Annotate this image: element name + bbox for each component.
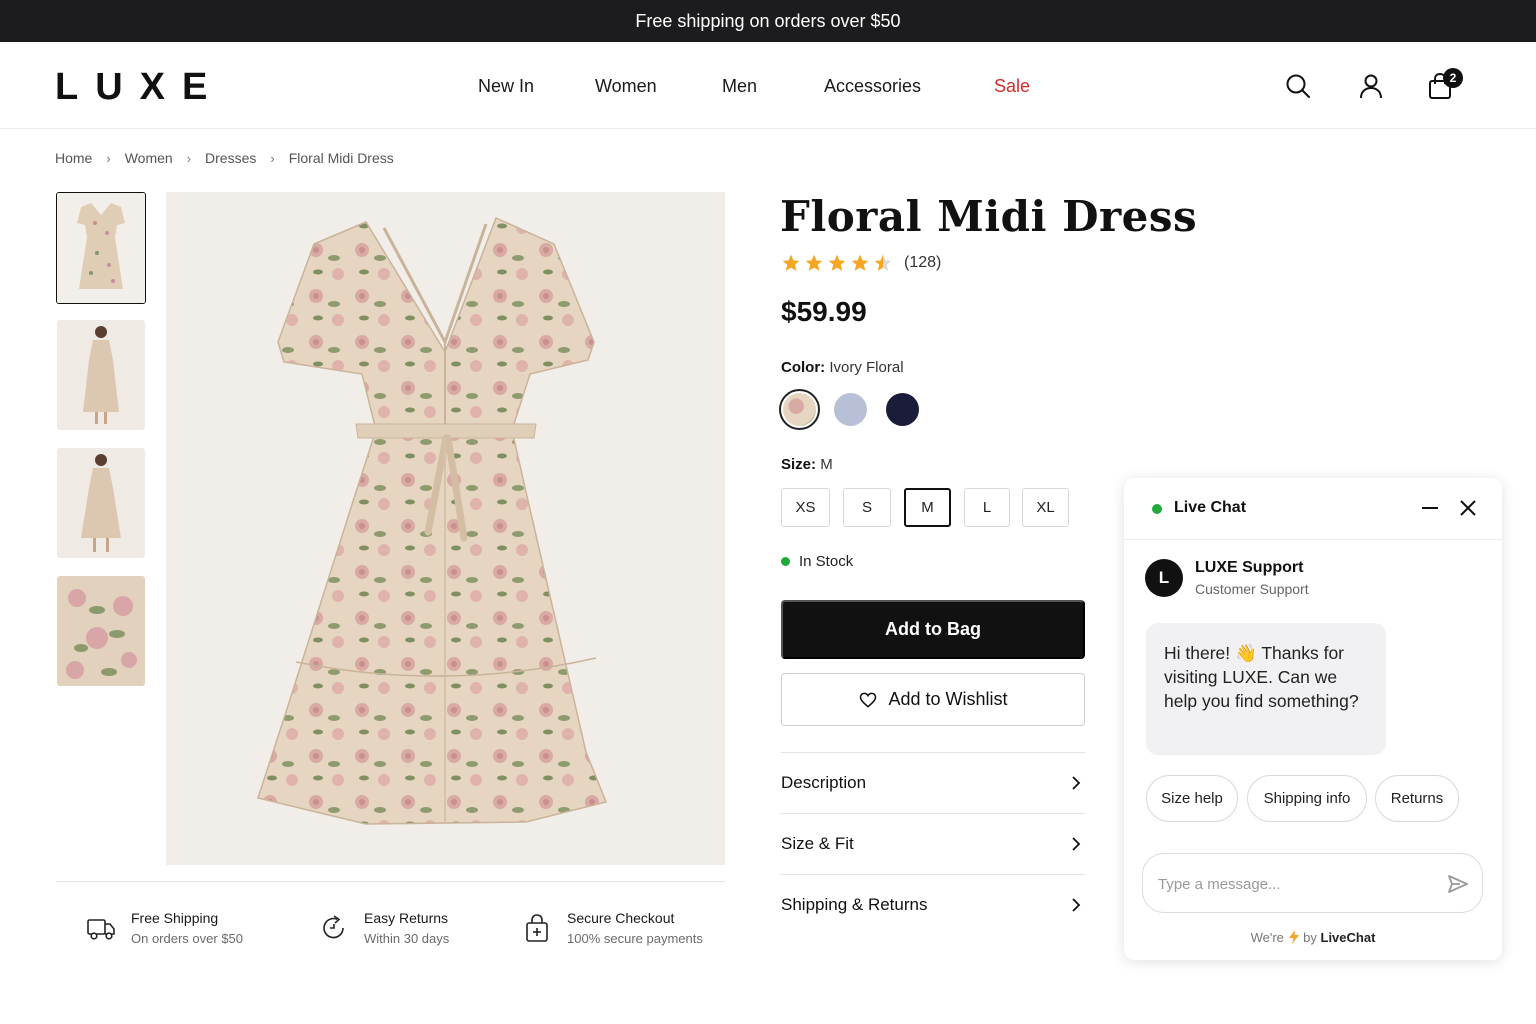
accordion-label: Shipping & Returns xyxy=(781,895,928,914)
account-icon[interactable] xyxy=(1357,72,1385,100)
feature-subtitle: 100% secure payments xyxy=(567,931,703,946)
chevron-right-icon xyxy=(1072,898,1081,912)
agent-name: LUXE Support xyxy=(1195,559,1304,576)
breadcrumb-home[interactable]: Home xyxy=(55,150,92,166)
quick-reply-shipping-info[interactable]: Shipping info xyxy=(1247,775,1367,822)
stock-text: In Stock xyxy=(799,553,854,570)
size-option-l[interactable]: L xyxy=(964,488,1010,527)
nav-new-in[interactable]: New In xyxy=(478,76,534,97)
chat-message-input[interactable] xyxy=(1158,872,1428,896)
powered-suffix: by xyxy=(1303,930,1317,945)
swatch-light-blue[interactable] xyxy=(834,393,867,426)
size-option-s[interactable]: S xyxy=(843,488,891,527)
breadcrumb-current: Floral Midi Dress xyxy=(288,150,394,166)
lightning-icon xyxy=(1288,930,1299,944)
features-divider xyxy=(56,881,725,882)
minimize-icon[interactable] xyxy=(1418,496,1442,520)
quick-reply-size-help[interactable]: Size help xyxy=(1146,775,1238,822)
heart-icon xyxy=(860,692,877,708)
powered-by: We're by LiveChat xyxy=(1124,930,1502,945)
swatch-ivory-floral[interactable] xyxy=(783,393,816,426)
product-thumbnail-3[interactable] xyxy=(57,448,145,558)
announcement-bar: Free shipping on orders over $50 xyxy=(0,0,1536,42)
star-icon xyxy=(782,254,800,271)
feature-title: Free Shipping xyxy=(131,910,219,926)
chevron-right-icon: › xyxy=(186,150,192,166)
search-icon[interactable] xyxy=(1284,72,1312,100)
review-count[interactable]: (128) xyxy=(904,254,941,272)
feature-subtitle: On orders over $50 xyxy=(131,931,244,946)
accordion-description[interactable]: Description xyxy=(781,752,1085,813)
accordion-label: Description xyxy=(781,773,867,792)
add-to-wishlist-label: Add to Wishlist xyxy=(888,689,1008,709)
feature-subtitle: Within 30 days xyxy=(364,931,450,946)
size-option-xs[interactable]: XS xyxy=(781,488,830,527)
rating-stars[interactable]: (128) xyxy=(781,253,941,273)
size-label-text: Size: xyxy=(781,456,817,473)
chevron-right-icon xyxy=(1072,837,1081,851)
chat-header: Live Chat xyxy=(1124,478,1502,540)
product-thumbnail-1[interactable] xyxy=(56,192,146,304)
product-main-image[interactable] xyxy=(166,192,725,865)
accordion-size-fit[interactable]: Size & Fit xyxy=(781,813,1085,874)
half-star-icon xyxy=(874,254,892,271)
cart-count-badge: 2 xyxy=(1443,68,1463,88)
add-to-wishlist-button[interactable]: Add to Wishlist xyxy=(781,673,1085,726)
nav-men[interactable]: Men xyxy=(722,76,757,97)
product-thumbnail-4[interactable] xyxy=(57,576,145,686)
site-header: LUXE New In Women Men Accessories Sale xyxy=(0,42,1536,129)
chat-message-bubble: Hi there! 👋 Thanks for visiting LUXE. Ca… xyxy=(1146,623,1386,755)
online-status-dot xyxy=(1152,504,1162,514)
feature-free-shipping: Free Shipping On orders over $50 xyxy=(85,908,243,950)
truck-icon xyxy=(87,919,115,940)
agent-role: Customer Support xyxy=(1195,581,1309,597)
nav-sale[interactable]: Sale xyxy=(994,76,1030,97)
close-icon[interactable] xyxy=(1456,496,1480,520)
product-price: $59.99 xyxy=(781,296,867,327)
size-option-m[interactable]: M xyxy=(904,488,951,527)
product-thumbnail-2[interactable] xyxy=(57,320,145,430)
nav-women[interactable]: Women xyxy=(595,76,657,97)
swatch-navy[interactable] xyxy=(886,393,919,426)
size-value: M xyxy=(820,456,833,473)
announcement-text: Free shipping on orders over $50 xyxy=(635,10,901,31)
size-label: Size: M xyxy=(781,456,833,473)
stock-dot xyxy=(781,557,790,566)
star-icon xyxy=(851,254,869,271)
nav-accessories[interactable]: Accessories xyxy=(824,76,921,97)
send-icon[interactable] xyxy=(1446,872,1470,896)
return-icon xyxy=(323,915,344,939)
accordion-label: Size & Fit xyxy=(781,834,854,853)
color-label: Color: Ivory Floral xyxy=(781,359,904,376)
feature-title: Easy Returns xyxy=(364,910,449,926)
product-title: Floral Midi Dress xyxy=(780,192,1198,241)
brand-logo[interactable]: LUXE xyxy=(55,66,224,109)
live-chat-widget: Live Chat L LUXE Support Customer Suppor… xyxy=(1124,478,1502,960)
stock-status: In Stock xyxy=(781,553,853,570)
chevron-right-icon xyxy=(1072,776,1081,790)
color-label-text: Color: xyxy=(781,359,826,376)
size-option-xl[interactable]: XL xyxy=(1022,488,1069,527)
breadcrumb: Home › Women › Dresses › Floral Midi Dre… xyxy=(55,150,394,166)
agent-avatar: L xyxy=(1145,559,1183,597)
feature-title: Secure Checkout xyxy=(567,910,675,926)
chevron-right-icon: › xyxy=(270,150,275,166)
chat-input-box xyxy=(1142,853,1483,913)
star-icon xyxy=(828,254,846,271)
star-icon xyxy=(805,254,823,271)
powered-prefix: We're xyxy=(1250,930,1284,945)
breadcrumb-women[interactable]: Women xyxy=(125,150,173,166)
chevron-right-icon: › xyxy=(106,150,111,166)
livechat-brand[interactable]: LiveChat xyxy=(1321,930,1376,945)
lock-bag-icon xyxy=(526,914,548,942)
accordion-shipping-returns[interactable]: Shipping & Returns xyxy=(781,874,1085,935)
add-to-bag-button[interactable]: Add to Bag xyxy=(781,600,1085,659)
feature-easy-returns: Easy Returns Within 30 days xyxy=(318,908,449,950)
feature-secure-checkout: Secure Checkout 100% secure payments xyxy=(521,908,703,950)
color-value: Ivory Floral xyxy=(829,359,904,376)
breadcrumb-dresses[interactable]: Dresses xyxy=(205,150,256,166)
quick-reply-returns[interactable]: Returns xyxy=(1375,775,1459,822)
chat-title: Live Chat xyxy=(1174,499,1247,516)
